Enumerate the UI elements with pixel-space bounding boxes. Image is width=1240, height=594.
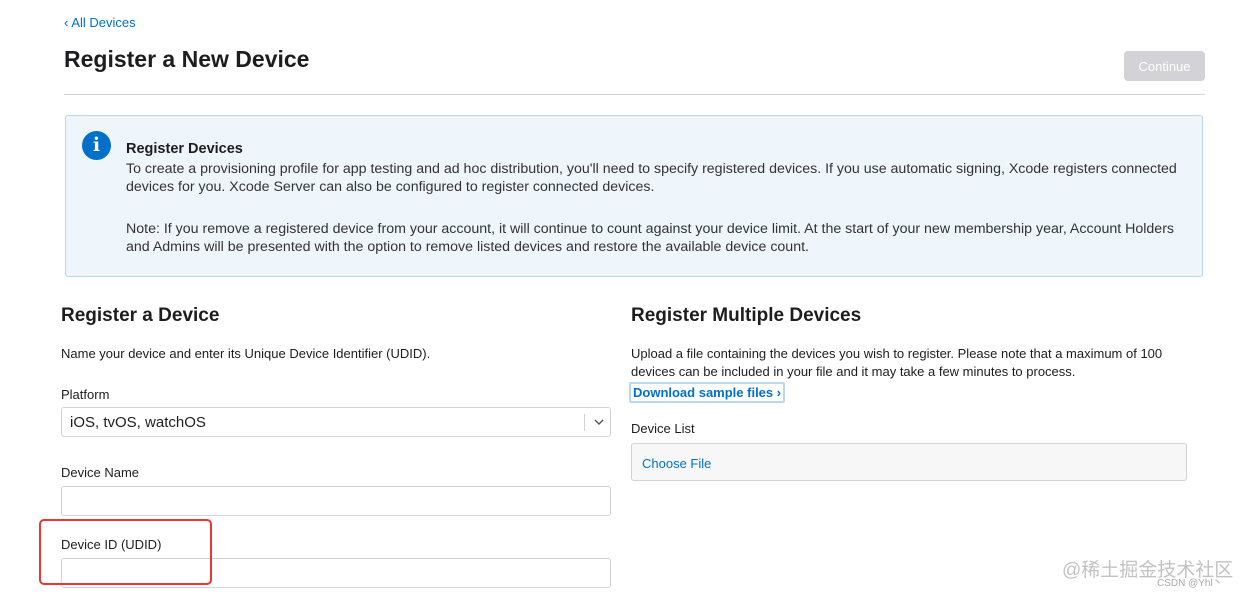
watermark-small-text: CSDN @Yhl丶	[1157, 578, 1223, 589]
back-link-all-devices[interactable]: ‹ All Devices	[64, 15, 136, 30]
choose-file-button[interactable]: Choose File	[642, 456, 711, 471]
register-device-title: Register a Device	[61, 305, 220, 326]
info-title: Register Devices	[126, 141, 243, 157]
device-list-label: Device List	[631, 421, 695, 436]
download-sample-files-link[interactable]: Download sample files ›	[629, 382, 786, 403]
register-device-description: Name your device and enter its Unique De…	[61, 346, 431, 361]
platform-selected-value: iOS, tvOS, watchOS	[70, 414, 206, 431]
register-multiple-description: Upload a file containing the devices you…	[631, 346, 1163, 379]
header-divider	[64, 94, 1205, 95]
chevron-left-icon: ‹	[64, 15, 69, 30]
info-banner: i Register Devices To create a provision…	[65, 115, 1203, 277]
select-divider	[584, 414, 585, 431]
platform-select[interactable]: iOS, tvOS, watchOS	[61, 407, 611, 437]
annotation-highlight-box	[39, 519, 212, 585]
info-paragraph-2: Note: If you remove a registered device …	[126, 221, 1175, 255]
device-name-input[interactable]	[61, 486, 611, 516]
device-name-label: Device Name	[61, 465, 140, 480]
info-icon: i	[82, 131, 111, 160]
page-title: Register a New Device	[64, 46, 310, 72]
platform-label: Platform	[61, 387, 110, 402]
chevron-down-icon	[594, 413, 604, 434]
register-multiple-title: Register Multiple Devices	[631, 305, 862, 326]
page: ‹ All Devices Register a New Device Conti…	[0, 0, 1240, 594]
info-paragraph-1: To create a provisioning profile for app…	[126, 161, 1177, 195]
device-list-file-input[interactable]: Choose File	[631, 443, 1187, 481]
continue-button[interactable]: Continue	[1124, 51, 1205, 81]
back-link-label: All Devices	[71, 15, 136, 30]
